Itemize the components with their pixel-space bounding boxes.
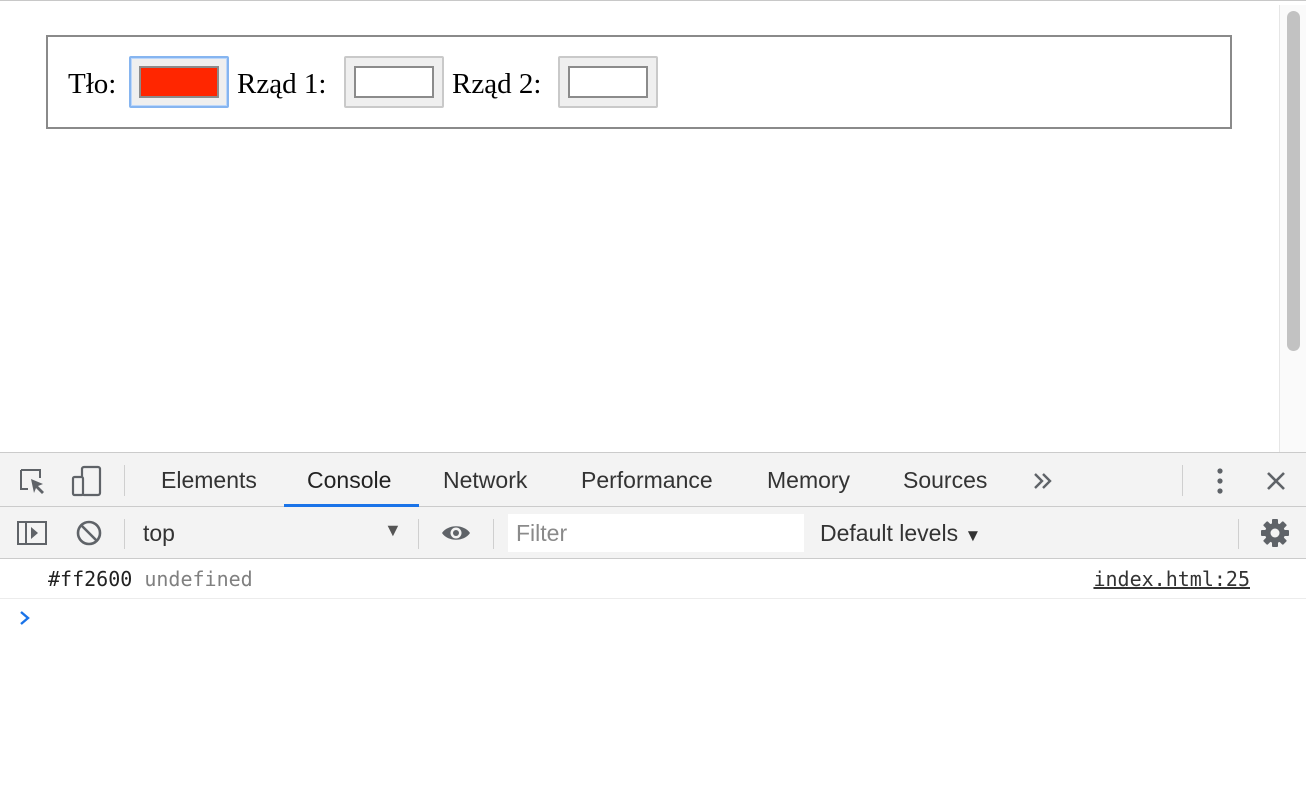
tabbar-separator	[1182, 465, 1183, 496]
devtools-panel: Elements Console Network Performance Mem…	[0, 452, 1306, 786]
toolbar-separator	[124, 519, 125, 549]
console-message-text: #ff2600 undefined	[48, 559, 253, 599]
context-dropdown-arrow-icon[interactable]: ▼	[384, 520, 402, 541]
tab-memory[interactable]: Memory	[767, 453, 850, 507]
filter-input[interactable]: Filter	[508, 514, 804, 552]
row1-color-input[interactable]	[344, 56, 444, 108]
row1-color-label: Rząd 1:	[237, 68, 327, 100]
toolbar-separator	[493, 519, 494, 549]
devtools-tabbar: Elements Console Network Performance Mem…	[0, 452, 1306, 507]
background-color-label: Tło:	[68, 68, 117, 100]
page-viewport: Tło: Rząd 1: Rząd 2:	[0, 0, 1306, 453]
row2-color-input[interactable]	[558, 56, 658, 108]
background-color-swatch	[139, 66, 219, 98]
console-prompt-icon[interactable]	[18, 605, 32, 631]
inspect-element-icon[interactable]	[18, 467, 48, 497]
chevron-double-right-icon[interactable]	[1032, 471, 1054, 491]
tab-console[interactable]: Console	[307, 453, 391, 507]
clear-console-icon[interactable]	[75, 519, 103, 547]
tab-elements[interactable]: Elements	[161, 453, 257, 507]
tabbar-separator	[124, 465, 125, 496]
log-levels-dropdown[interactable]: Default levels ▼	[820, 507, 981, 562]
levels-dropdown-arrow-icon: ▼	[964, 526, 982, 545]
console-sidebar-icon[interactable]	[16, 520, 48, 546]
live-expression-icon[interactable]	[440, 522, 472, 544]
console-toolbar: top ▼ Filter Default levels ▼	[0, 507, 1306, 559]
toolbar-separator	[418, 519, 419, 549]
context-selector[interactable]: top	[143, 507, 175, 559]
tab-performance[interactable]: Performance	[581, 453, 713, 507]
tab-sources[interactable]: Sources	[903, 453, 987, 507]
color-picker-panel: Tło: Rząd 1: Rząd 2:	[46, 35, 1232, 129]
toolbar-separator	[1238, 519, 1239, 549]
console-message-value: #ff2600	[48, 567, 133, 591]
tab-network[interactable]: Network	[443, 453, 527, 507]
console-message: #ff2600 undefined index.html:25	[0, 559, 1306, 599]
page-scrollbar[interactable]	[1279, 5, 1306, 453]
console-output: #ff2600 undefined index.html:25	[0, 559, 1306, 786]
row2-color-label: Rząd 2:	[452, 68, 542, 100]
page-scrollbar-thumb[interactable]	[1287, 11, 1300, 351]
console-message-source-link[interactable]: index.html:25	[1093, 559, 1250, 599]
close-icon[interactable]	[1265, 470, 1287, 492]
kebab-menu-icon[interactable]	[1214, 466, 1226, 496]
device-toolbar-icon[interactable]	[70, 465, 104, 497]
gear-icon[interactable]	[1260, 518, 1290, 548]
console-message-extra: undefined	[144, 567, 253, 591]
row2-color-swatch	[568, 66, 648, 98]
log-levels-label: Default levels	[820, 520, 959, 546]
row1-color-swatch	[354, 66, 434, 98]
background-color-input[interactable]	[129, 56, 229, 108]
